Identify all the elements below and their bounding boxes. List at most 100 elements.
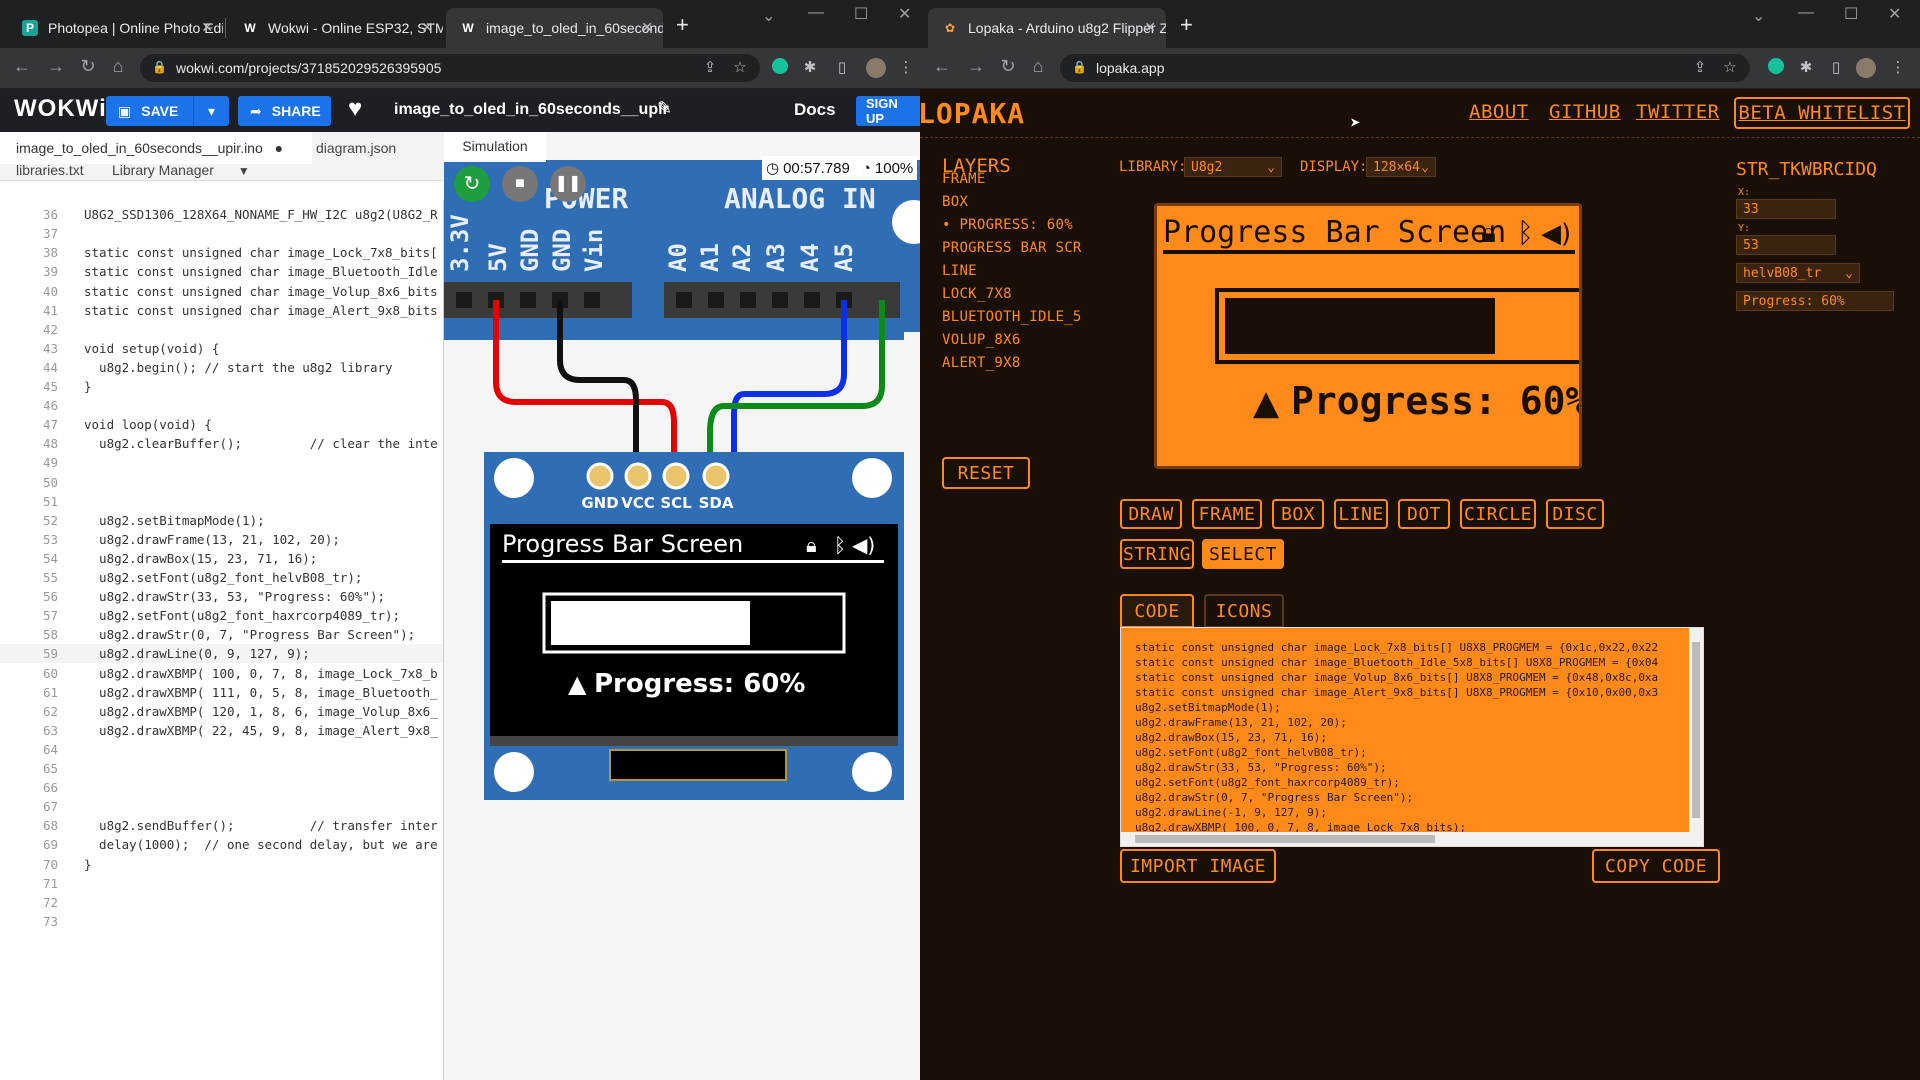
- text-input[interactable]: Progress: 60%: [1736, 291, 1894, 311]
- code-line[interactable]: 42: [0, 320, 443, 339]
- horizontal-scrollbar[interactable]: [1121, 832, 1703, 846]
- tool-disc-button[interactable]: DISC: [1546, 499, 1604, 529]
- header-hole[interactable]: [520, 292, 536, 308]
- tab-search-icon[interactable]: ⌄: [762, 6, 775, 26]
- code-line[interactable]: 51: [0, 492, 443, 511]
- tool-select-button[interactable]: SELECT: [1202, 539, 1284, 569]
- share-button[interactable]: ➦ SHARE: [238, 96, 331, 126]
- header-hole[interactable]: [676, 292, 692, 308]
- tab-icons[interactable]: ICONS: [1204, 594, 1284, 628]
- header-hole[interactable]: [708, 292, 724, 308]
- sidebar-icon[interactable]: ▯: [1826, 58, 1846, 78]
- code-line[interactable]: 54 u8g2.drawBox(15, 23, 71, 16);: [0, 549, 443, 568]
- project-name[interactable]: image_to_oled_in_60seconds__upir: [394, 101, 669, 119]
- save-button[interactable]: ▣ SAVE: [106, 96, 202, 126]
- code-line[interactable]: 37: [0, 224, 443, 243]
- nav-twitter[interactable]: TWITTER: [1636, 101, 1720, 123]
- code-line[interactable]: 53 u8g2.drawFrame(13, 21, 102, 20);: [0, 530, 443, 549]
- docs-link[interactable]: Docs: [794, 100, 836, 120]
- header-hole[interactable]: [804, 292, 820, 308]
- tool-dot-button[interactable]: DOT: [1398, 499, 1450, 529]
- code-line[interactable]: 68 u8g2.sendBuffer(); // transfer inter: [0, 816, 443, 835]
- star-icon[interactable]: ☆: [1720, 58, 1740, 78]
- code-line[interactable]: 65: [0, 759, 443, 778]
- code-line[interactable]: 47 void loop(void) {: [0, 415, 443, 434]
- minimize-icon[interactable]: —: [1798, 4, 1814, 22]
- close-icon[interactable]: ✕: [421, 19, 433, 36]
- header-hole[interactable]: [456, 292, 472, 308]
- code-line[interactable]: 70}: [0, 855, 443, 874]
- tool-frame-button[interactable]: FRAME: [1192, 499, 1262, 529]
- code-line[interactable]: 67: [0, 797, 443, 816]
- close-window-icon[interactable]: ✕: [1888, 4, 1901, 24]
- home-icon[interactable]: ⌂: [1026, 56, 1050, 77]
- code-line[interactable]: 69 delay(1000); // one second delay, but…: [0, 835, 443, 854]
- code-line[interactable]: 63 u8g2.drawXBMP( 22, 45, 9, 8, image_Al…: [0, 721, 443, 740]
- code-line[interactable]: 58 u8g2.drawStr(0, 7, "Progress Bar Scre…: [0, 625, 443, 644]
- x-input[interactable]: 33: [1736, 199, 1836, 219]
- code-line[interactable]: 40 static const unsigned char image_Volup…: [0, 282, 443, 301]
- wokwi-logo[interactable]: WOKWi: [14, 95, 107, 123]
- reload-icon[interactable]: ↻: [996, 56, 1020, 77]
- pencil-icon[interactable]: ✎: [657, 98, 672, 119]
- avatar[interactable]: [1856, 58, 1876, 78]
- beta-whitelist-button[interactable]: BETA WHITELIST: [1734, 97, 1910, 129]
- close-icon[interactable]: ✕: [1144, 19, 1156, 36]
- code-line[interactable]: 66: [0, 778, 443, 797]
- oled-pin[interactable]: [702, 462, 730, 490]
- header-hole[interactable]: [584, 292, 600, 308]
- oled-pin[interactable]: [624, 462, 652, 490]
- code-line[interactable]: 55 u8g2.setFont(u8g2_font_helvB08_tr);: [0, 568, 443, 587]
- new-tab-icon[interactable]: +: [1180, 12, 1193, 38]
- header-hole[interactable]: [740, 292, 756, 308]
- code-line[interactable]: 38 static const unsigned char image_Lock_…: [0, 243, 443, 262]
- tab-diagram-json[interactable]: diagram.json: [316, 140, 396, 156]
- tab-lopaka[interactable]: ✿ Lopaka - Arduino u8g2 Flipper Z ✕: [928, 8, 1166, 48]
- layer-item[interactable]: ALERT_9X8: [942, 355, 1021, 371]
- code-line[interactable]: 56 u8g2.drawStr(33, 53, "Progress: 60%")…: [0, 587, 443, 606]
- home-icon[interactable]: ⌂: [106, 56, 130, 77]
- close-window-icon[interactable]: ✕: [898, 4, 911, 24]
- address-bar[interactable]: 🔒 lopaka.app: [1060, 54, 1750, 82]
- tab-wokwi[interactable]: W Wokwi - Online ESP32, STM3 ✕: [228, 8, 443, 48]
- display-canvas[interactable]: Progress Bar Screen 🔒︎ ᛒ ◀) ▲ Progress: …: [1154, 203, 1582, 469]
- minimize-icon[interactable]: —: [808, 4, 824, 22]
- vertical-scrollbar[interactable]: [1689, 628, 1703, 834]
- tool-string-button[interactable]: STRING: [1120, 539, 1194, 569]
- grammarly-icon[interactable]: [1766, 58, 1786, 78]
- back-icon[interactable]: ←: [10, 56, 34, 77]
- tool-draw-button[interactable]: DRAW: [1120, 499, 1182, 529]
- layer-item[interactable]: BLUETOOTH_IDLE_5: [942, 309, 1082, 325]
- layer-item[interactable]: FRAME: [942, 171, 986, 187]
- new-tab-icon[interactable]: +: [676, 12, 689, 38]
- tool-box-button[interactable]: BOX: [1272, 499, 1324, 529]
- lopaka-logo[interactable]: LOPAKA: [918, 97, 1025, 130]
- code-line[interactable]: 73: [0, 912, 443, 931]
- code-line[interactable]: 61 u8g2.drawXBMP( 111, 0, 5, 8, image_Bl…: [0, 683, 443, 702]
- code-line[interactable]: 49: [0, 453, 443, 472]
- tab-image-to-oled[interactable]: W image_to_oled_in_60second ✕: [446, 8, 663, 48]
- code-line[interactable]: 50: [0, 473, 443, 492]
- menu-icon[interactable]: ⋮: [1888, 58, 1908, 78]
- code-output[interactable]: static const unsigned char image_Lock_7x…: [1120, 627, 1704, 847]
- star-icon[interactable]: ☆: [730, 58, 750, 78]
- tab-libraries-txt[interactable]: libraries.txt: [16, 162, 84, 178]
- tab-photopea[interactable]: P Photopea | Online Photo Edi ✕: [8, 8, 223, 48]
- tool-line-button[interactable]: LINE: [1334, 499, 1388, 529]
- code-line[interactable]: 48 u8g2.clearBuffer(); // clear the inte: [0, 434, 443, 453]
- sidebar-icon[interactable]: ▯: [832, 58, 852, 78]
- code-line[interactable]: 64: [0, 740, 443, 759]
- menu-icon[interactable]: ⋮: [896, 58, 916, 78]
- close-icon[interactable]: ✕: [641, 19, 653, 36]
- tool-circle-button[interactable]: CIRCLE: [1460, 499, 1536, 529]
- library-select[interactable]: U8g2 ⌄: [1184, 157, 1282, 177]
- maximize-icon[interactable]: ☐: [854, 4, 868, 24]
- code-line[interactable]: 39 static const unsigned char image_Bluet…: [0, 262, 443, 281]
- library-manager-tab[interactable]: Library Manager ▼: [112, 162, 250, 178]
- code-line[interactable]: 62 u8g2.drawXBMP( 120, 1, 8, 6, image_Vo…: [0, 702, 443, 721]
- share-icon[interactable]: ⇪: [1690, 58, 1710, 78]
- tab-search-icon[interactable]: ⌄: [1752, 6, 1765, 26]
- code-line[interactable]: 41 static const unsigned char image_Alert…: [0, 301, 443, 320]
- header-hole[interactable]: [772, 292, 788, 308]
- tab-simulation[interactable]: Simulation: [444, 132, 546, 162]
